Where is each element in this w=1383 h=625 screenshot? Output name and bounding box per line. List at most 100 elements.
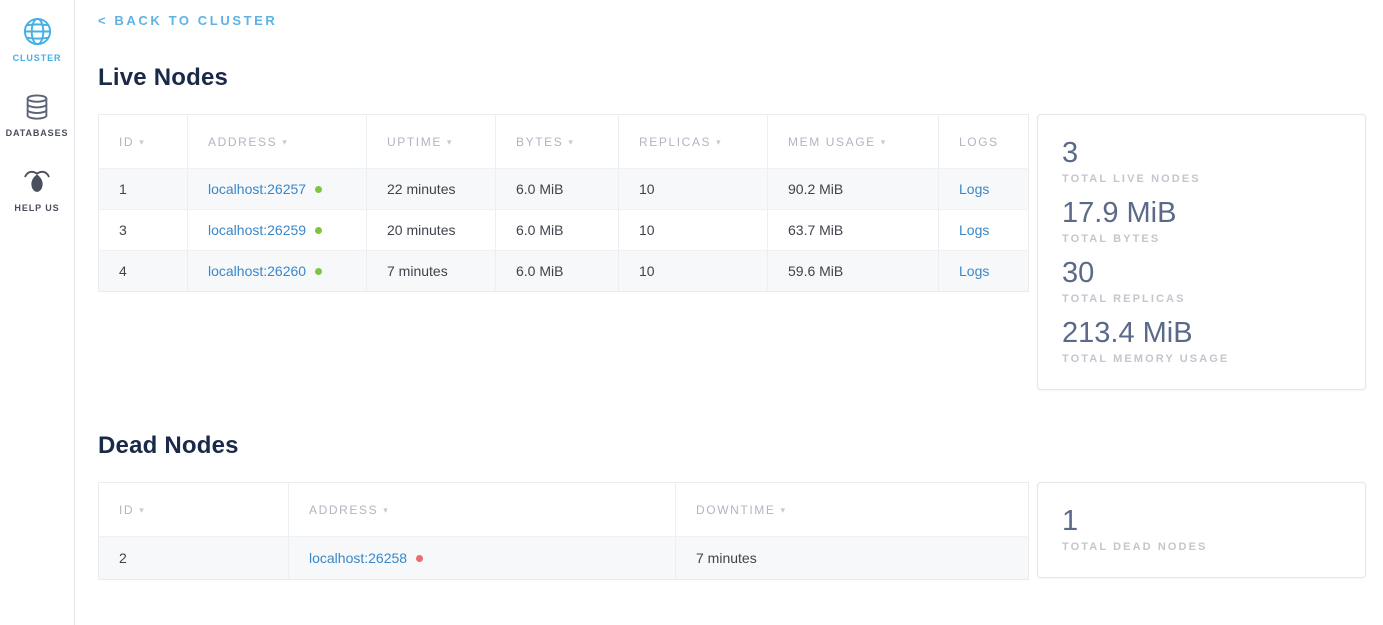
- sidebar-item-help-us[interactable]: HELP US: [0, 165, 74, 213]
- column-header-bytes[interactable]: BYTES ▾: [496, 115, 619, 169]
- sort-arrow-icon: ▾: [139, 137, 145, 147]
- stat-label: TOTAL REPLICAS: [1062, 293, 1341, 305]
- column-header-label: REPLICAS: [639, 135, 711, 149]
- column-header-label: ADDRESS: [208, 135, 277, 149]
- node-address-link[interactable]: localhost:26260: [208, 263, 306, 279]
- column-header-label: ADDRESS: [309, 503, 378, 517]
- column-header-downtime[interactable]: DOWNTIME ▾: [676, 483, 1029, 537]
- cell-uptime: 7 minutes: [367, 251, 496, 292]
- summary-stat: 1 TOTAL DEAD NODES: [1062, 504, 1341, 553]
- sort-arrow-icon: ▾: [568, 137, 574, 147]
- table-row: 1 localhost:26257 22 minutes6.0 MiB1090.2 …: [99, 169, 1029, 210]
- node-logs-link[interactable]: Logs: [959, 222, 989, 238]
- sidebar-item-databases[interactable]: DATABASES: [0, 90, 74, 138]
- stat-value: 1: [1062, 504, 1341, 538]
- stat-value: 3: [1062, 136, 1341, 170]
- column-header-logs: LOGS: [939, 115, 1029, 169]
- live-nodes-table: ID▾ADDRESS▾UPTIME▾BYTES▾REPLICAS▾MEM USA…: [98, 114, 1029, 292]
- cell-logs: Logs: [939, 210, 1029, 251]
- summary-stat: 213.4 MiB TOTAL MEMORY USAGE: [1062, 316, 1341, 365]
- column-header-label: BYTES: [516, 135, 563, 149]
- live-nodes-section: ID▾ADDRESS▾UPTIME▾BYTES▾REPLICAS▾MEM USA…: [98, 114, 1366, 390]
- column-header-mem_usage[interactable]: MEM USAGE ▾: [768, 115, 939, 169]
- dead-status-dot-icon: [416, 555, 423, 562]
- cell-address: localhost:26260: [188, 251, 367, 292]
- cell-logs: Logs: [939, 251, 1029, 292]
- cell-logs: Logs: [939, 169, 1029, 210]
- dead-nodes-title: Dead Nodes: [98, 432, 1366, 460]
- table-row: 3 localhost:26259 20 minutes6.0 MiB1063.7 …: [99, 210, 1029, 251]
- column-header-id[interactable]: ID ▾: [99, 483, 289, 537]
- column-header-address[interactable]: ADDRESS ▾: [188, 115, 367, 169]
- cell-id: 1: [99, 169, 188, 210]
- column-header-label: LOGS: [959, 135, 999, 149]
- sidebar-item-cluster[interactable]: CLUSTER: [0, 15, 74, 63]
- cell-bytes: 6.0 MiB: [496, 251, 619, 292]
- database-icon: [22, 90, 52, 123]
- live-status-dot-icon: [315, 186, 322, 193]
- summary-stat: 30 TOTAL REPLICAS: [1062, 256, 1341, 305]
- sidebar-item-label: DATABASES: [6, 128, 69, 138]
- cell-bytes: 6.0 MiB: [496, 210, 619, 251]
- sidebar-item-label: HELP US: [14, 203, 59, 213]
- node-logs-link[interactable]: Logs: [959, 263, 989, 279]
- globe-icon: [22, 15, 53, 48]
- cell-replicas: 10: [619, 169, 768, 210]
- column-header-label: DOWNTIME: [696, 503, 775, 517]
- cell-address: localhost:26258: [289, 537, 676, 580]
- stat-label: TOTAL DEAD NODES: [1062, 541, 1341, 553]
- live-nodes-title: Live Nodes: [98, 64, 1366, 92]
- cell-bytes: 6.0 MiB: [496, 169, 619, 210]
- stat-label: TOTAL LIVE NODES: [1062, 173, 1341, 185]
- cell-id: 2: [99, 537, 289, 580]
- cell-id: 4: [99, 251, 188, 292]
- column-header-label: MEM USAGE: [788, 135, 876, 149]
- cell-mem_usage: 63.7 MiB: [768, 210, 939, 251]
- column-header-id[interactable]: ID ▾: [99, 115, 188, 169]
- dead-nodes-summary-panel: 1 TOTAL DEAD NODES: [1037, 482, 1366, 578]
- stat-value: 213.4 MiB: [1062, 316, 1341, 350]
- main-content: < BACK TO CLUSTER Live Nodes ID ▾ ADDRESS ▾…: [76, 0, 1383, 625]
- cell-replicas: 10: [619, 251, 768, 292]
- cockroach-icon: [22, 165, 52, 198]
- sort-arrow-icon: ▾: [139, 505, 145, 515]
- cell-mem_usage: 90.2 MiB: [768, 169, 939, 210]
- node-address-link[interactable]: localhost:26259: [208, 222, 306, 238]
- cell-replicas: 10: [619, 210, 768, 251]
- column-header-label: UPTIME: [387, 135, 442, 149]
- node-logs-link[interactable]: Logs: [959, 181, 989, 197]
- column-header-label: ID: [119, 503, 134, 517]
- sort-arrow-icon: ▾: [282, 137, 288, 147]
- sidebar: CLUSTER DATABASES HELP US: [0, 0, 75, 625]
- dead-nodes-section: ID ▾ ADDRESS ▾ DOWNTIME ▾ 2 localhost:26258 7 m…: [98, 482, 1366, 580]
- sort-arrow-icon: ▾: [780, 505, 786, 515]
- node-address-link[interactable]: localhost:26257: [208, 181, 306, 197]
- stat-label: TOTAL MEMORY USAGE: [1062, 353, 1341, 365]
- cell-uptime: 22 minutes: [367, 169, 496, 210]
- cell-mem_usage: 59.6 MiB: [768, 251, 939, 292]
- cell-downtime: 7 minutes: [676, 537, 1029, 580]
- node-address-link[interactable]: localhost:26258: [309, 550, 407, 566]
- back-to-cluster-link[interactable]: < BACK TO CLUSTER: [98, 13, 277, 28]
- sort-arrow-icon: ▾: [716, 137, 722, 147]
- table-row: 2 localhost:26258 7 minutes: [99, 537, 1029, 580]
- cell-address: localhost:26259: [188, 210, 367, 251]
- sort-arrow-icon: ▾: [383, 505, 389, 515]
- table-row: 4 localhost:26260 7 minutes6.0 MiB1059.6 M…: [99, 251, 1029, 292]
- cell-id: 3: [99, 210, 188, 251]
- sort-arrow-icon: ▾: [447, 137, 453, 147]
- column-header-uptime[interactable]: UPTIME ▾: [367, 115, 496, 169]
- cell-uptime: 20 minutes: [367, 210, 496, 251]
- live-nodes-summary-panel: 3 TOTAL LIVE NODES 17.9 MiB TOTAL BYTES 30 TO…: [1037, 114, 1366, 390]
- column-header-label: ID: [119, 135, 134, 149]
- stat-value: 30: [1062, 256, 1341, 290]
- stat-label: TOTAL BYTES: [1062, 233, 1341, 245]
- sort-arrow-icon: ▾: [881, 137, 887, 147]
- column-header-address[interactable]: ADDRESS ▾: [289, 483, 676, 537]
- summary-stat: 17.9 MiB TOTAL BYTES: [1062, 196, 1341, 245]
- table-header-row: ID ▾ ADDRESS ▾ DOWNTIME ▾: [99, 483, 1029, 537]
- summary-stat: 3 TOTAL LIVE NODES: [1062, 136, 1341, 185]
- column-header-replicas[interactable]: REPLICAS ▾: [619, 115, 768, 169]
- sidebar-item-label: CLUSTER: [13, 53, 62, 63]
- stat-value: 17.9 MiB: [1062, 196, 1341, 230]
